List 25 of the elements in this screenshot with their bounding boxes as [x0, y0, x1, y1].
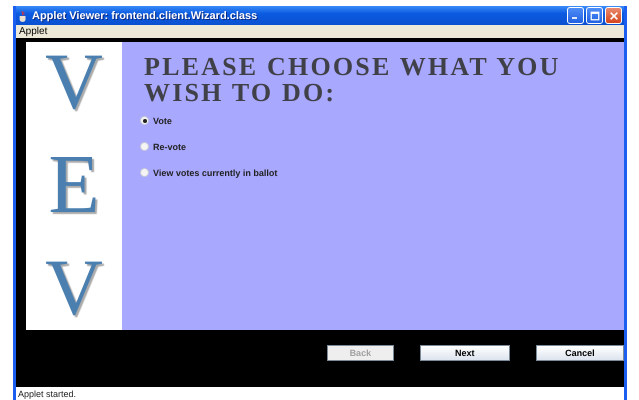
- maximize-icon: [590, 10, 600, 20]
- radio-option[interactable]: Vote: [140, 116, 172, 125]
- cup-icon: [18, 10, 28, 22]
- option-label: Vote: [153, 116, 172, 126]
- radio-button[interactable]: [140, 116, 149, 125]
- minimize-icon: [572, 17, 576, 19]
- heading: PLEASE CHOOSE WHAT YOU WISH TO DO:: [144, 54, 562, 106]
- radio-button[interactable]: [140, 168, 149, 177]
- menu-item[interactable]: Applet: [16, 26, 50, 37]
- option-label: Re-vote: [153, 142, 186, 152]
- option-label: View votes currently in ballot: [153, 168, 278, 178]
- wizard-button[interactable]: Next: [420, 345, 510, 361]
- logo-letter: E: [47, 147, 101, 223]
- logo-letter: V: [44, 250, 104, 326]
- status-text: Applet started.: [18, 388, 76, 398]
- wizard-button[interactable]: Cancel: [536, 345, 624, 361]
- minimize-button[interactable]: [567, 7, 584, 24]
- maximize-button[interactable]: [586, 7, 603, 24]
- radio-option[interactable]: View votes currently in ballot: [140, 168, 278, 177]
- close-button[interactable]: [605, 7, 622, 24]
- radio-option[interactable]: Re-vote: [140, 142, 186, 151]
- window-title: Applet Viewer: frontend.client.Wizard.class: [32, 10, 258, 22]
- logo-letter: V: [44, 44, 104, 120]
- close-icon: [608, 10, 618, 20]
- radio-button[interactable]: [140, 142, 149, 151]
